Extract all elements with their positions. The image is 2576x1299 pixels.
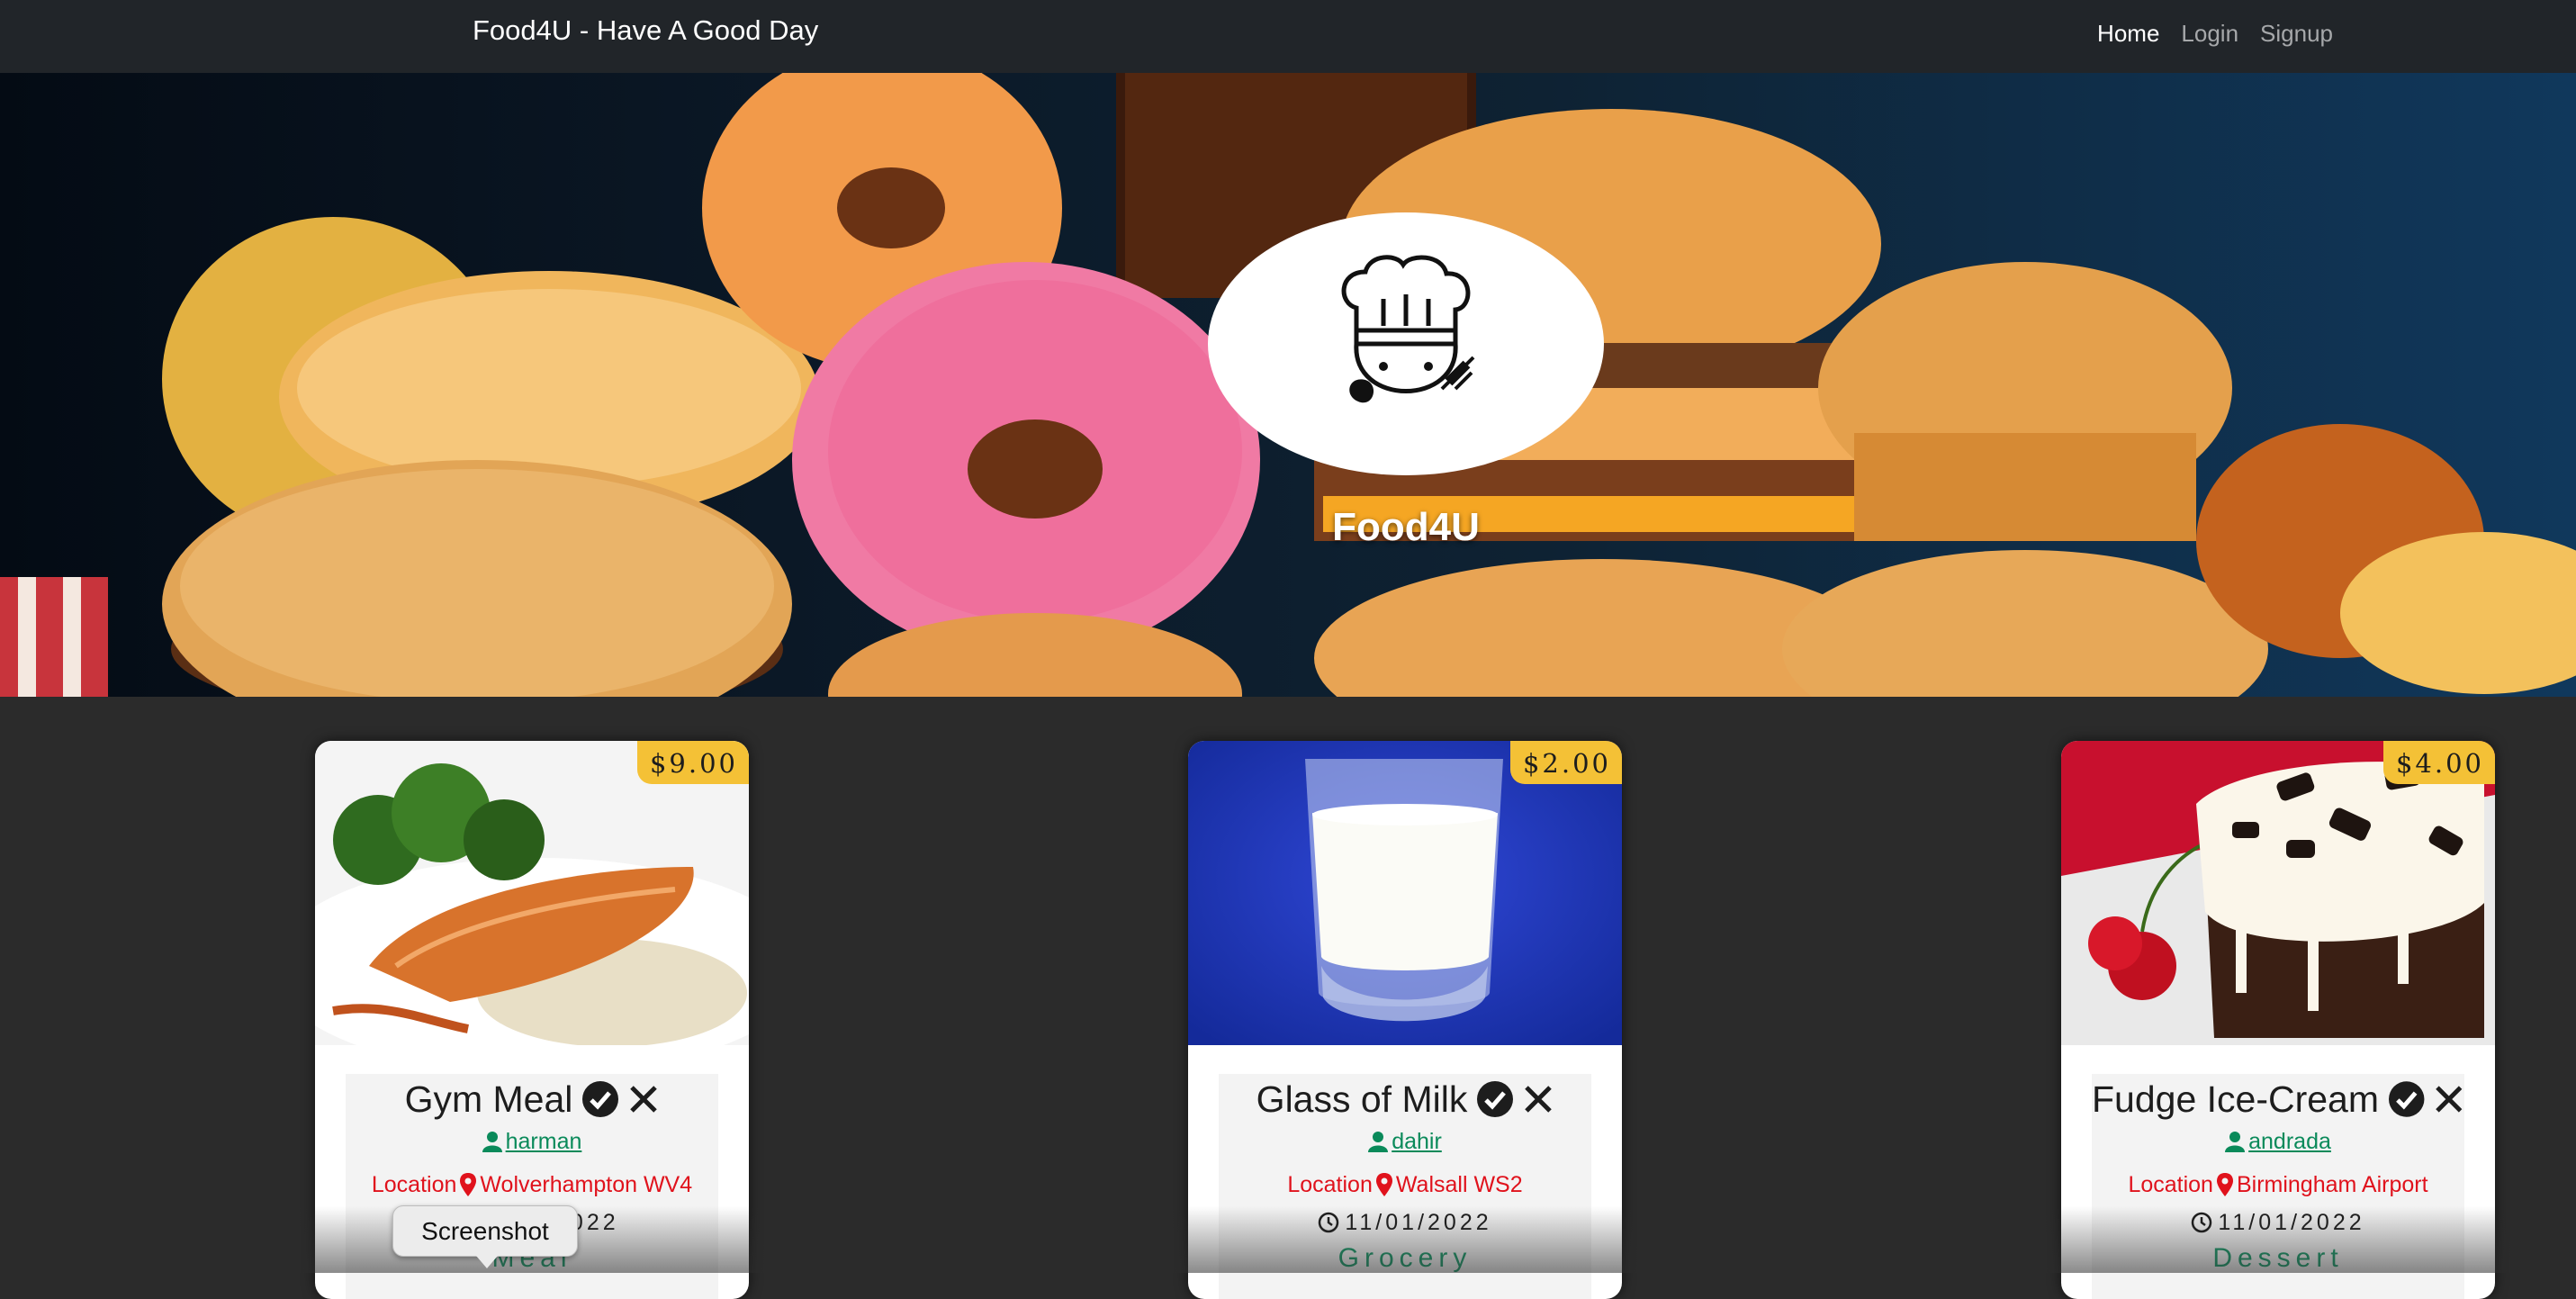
check-circle-icon[interactable] <box>2388 1080 2425 1118</box>
glass-of-milk-image <box>1188 741 1622 1045</box>
user-icon <box>1368 1132 1389 1152</box>
location-label: Location <box>2128 1171 2213 1197</box>
card-image: $2.00 <box>1188 741 1622 1045</box>
user-icon <box>2225 1132 2246 1152</box>
close-icon[interactable] <box>2434 1084 2464 1114</box>
card-body: Fudge Ice-Cream andrada Location Birming… <box>2092 1074 2464 1299</box>
check-circle-icon[interactable] <box>1476 1080 1514 1118</box>
location-label: Location <box>1287 1171 1373 1197</box>
location-label: Location <box>371 1171 457 1197</box>
category-label: Grocery <box>1338 1243 1473 1273</box>
close-icon[interactable] <box>628 1084 659 1114</box>
card-title: Gym Meal <box>404 1078 573 1120</box>
food-card-glass-of-milk[interactable]: $2.00 Glass of Milk dahir Location Walsa… <box>1188 741 1622 1299</box>
hero-banner: Food4U <box>0 73 2576 697</box>
card-body: Gym Meal harman Location Wolverhampton W… <box>346 1074 718 1299</box>
nav-link-login[interactable]: Login <box>2181 20 2238 48</box>
card-body: Glass of Milk dahir Location Walsall WS2 <box>1219 1074 1591 1299</box>
card-image: $4.00 <box>2061 741 2495 1045</box>
user-link[interactable]: andrada <box>2248 1129 2331 1155</box>
check-circle-icon[interactable] <box>581 1080 619 1118</box>
location-value: Birmingham Airport <box>2236 1171 2428 1197</box>
location-value: Wolverhampton WV4 <box>480 1171 693 1197</box>
date-value: 11/01/2022 <box>1345 1209 1492 1235</box>
card-image: $9.00 <box>315 741 749 1045</box>
fudge-ice-cream-image <box>2061 741 2495 1045</box>
category-label: Dessert <box>2212 1243 2344 1273</box>
navbar: Food4U - Have A Good Day Home Login Sign… <box>0 0 2576 73</box>
close-icon[interactable] <box>1523 1084 1554 1114</box>
card-title: Glass of Milk <box>1256 1078 1468 1120</box>
map-pin-icon <box>460 1173 477 1196</box>
user-link[interactable]: dahir <box>1392 1129 1442 1155</box>
location-value: Walsall WS2 <box>1395 1171 1523 1197</box>
salmon-rice-broccoli-image <box>315 741 749 1045</box>
clock-icon <box>2192 1212 2212 1233</box>
map-pin-icon <box>2216 1173 2233 1196</box>
chef-logo-icon <box>1341 255 1475 403</box>
user-icon <box>482 1132 502 1152</box>
user-link[interactable]: harman <box>506 1129 582 1155</box>
logo-badge <box>1208 212 1604 475</box>
nav-link-home[interactable]: Home <box>2097 20 2159 48</box>
nav-links: Home Login Signup <box>2097 20 2333 48</box>
price-badge: $2.00 <box>1509 741 1622 784</box>
card-title: Fudge Ice-Cream <box>2092 1078 2380 1120</box>
hero-title: Food4U <box>1332 505 1480 549</box>
price-badge: $4.00 <box>2382 741 2495 784</box>
nav-link-signup[interactable]: Signup <box>2260 20 2333 48</box>
date-value: 11/01/2022 <box>2218 1209 2365 1235</box>
clock-icon <box>1319 1212 1339 1233</box>
brand-link[interactable]: Food4U - Have A Good Day <box>473 14 818 47</box>
map-pin-icon <box>1375 1173 1392 1196</box>
screenshot-tooltip: Screenshot <box>392 1205 578 1268</box>
food-card-fudge-ice-cream[interactable]: $4.00 Fudge Ice-Cream andrada Location B… <box>2061 741 2495 1299</box>
price-badge: $9.00 <box>636 741 749 784</box>
